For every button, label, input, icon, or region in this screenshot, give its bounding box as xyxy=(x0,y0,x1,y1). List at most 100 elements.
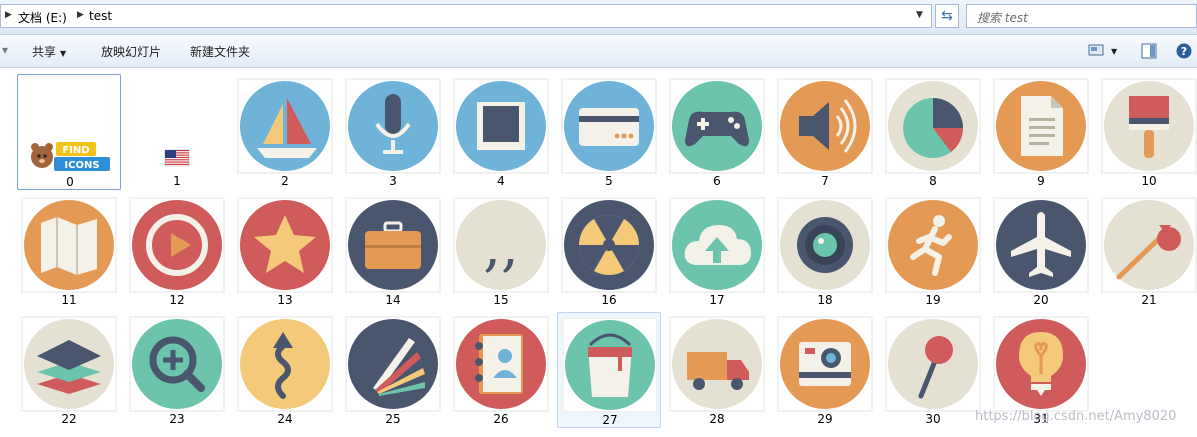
file-name: 18 xyxy=(817,293,833,307)
file-item[interactable]: 26 xyxy=(449,312,553,428)
airplane-icon xyxy=(993,197,1089,293)
file-item[interactable]: 28 xyxy=(665,312,769,428)
refresh-icon: ⇆ xyxy=(941,8,953,24)
breadcrumb-arrow-icon[interactable]: ▶ xyxy=(77,10,84,20)
zoom-in-icon xyxy=(129,316,225,412)
file-item[interactable]: 16 xyxy=(557,193,661,309)
svg-text:FIND: FIND xyxy=(62,145,89,156)
file-item[interactable]: 2 xyxy=(233,74,337,190)
preview-pane-icon xyxy=(1141,43,1157,59)
instant-camera-icon xyxy=(777,316,873,412)
file-item[interactable]: FIND ICONS 0 xyxy=(17,74,121,190)
microphone-icon xyxy=(345,78,441,174)
file-item[interactable]: 3 xyxy=(341,74,445,190)
address-bar-row: ▶ 文档 (E:) ▶ test ▼ ⇆ 搜索 test xyxy=(0,0,1197,35)
search-placeholder: 搜索 test xyxy=(977,11,1028,25)
file-name: 23 xyxy=(169,412,185,426)
file-name: 19 xyxy=(925,293,941,307)
sailboat-icon xyxy=(237,78,333,174)
file-item[interactable]: 6 xyxy=(665,74,769,190)
file-name: 30 xyxy=(925,412,941,426)
file-name: 10 xyxy=(1141,174,1157,188)
breadcrumb-folder[interactable]: test xyxy=(89,9,112,23)
photo-frame-icon xyxy=(453,78,549,174)
file-item[interactable]: 4 xyxy=(449,74,553,190)
pin-icon xyxy=(885,316,981,412)
breadcrumb-drive[interactable]: 文档 (E:) xyxy=(18,9,67,26)
help-icon: ? xyxy=(1176,43,1192,59)
view-options-dropdown-icon[interactable]: ▼ xyxy=(1111,47,1117,56)
file-item[interactable]: 12 xyxy=(125,193,229,309)
pie-chart-icon xyxy=(885,78,981,174)
slideshow-button[interactable]: 放映幻灯片 xyxy=(101,43,161,60)
file-item[interactable]: 14 xyxy=(341,193,445,309)
view-icon xyxy=(1088,44,1104,56)
help-button[interactable]: ? xyxy=(1176,43,1194,59)
file-name: 7 xyxy=(821,174,829,188)
file-item[interactable]: 20 xyxy=(989,193,1093,309)
preview-pane-button[interactable] xyxy=(1141,43,1159,59)
find-icons-logo-icon: FIND ICONS xyxy=(22,79,118,175)
gamepad-icon xyxy=(669,78,765,174)
file-name: 15 xyxy=(493,293,509,307)
file-item[interactable]: 17 xyxy=(665,193,769,309)
layers-icon xyxy=(21,316,117,412)
search-input[interactable]: 搜索 test xyxy=(966,4,1197,28)
file-name: 22 xyxy=(61,412,77,426)
file-name: 24 xyxy=(277,412,293,426)
map-icon xyxy=(21,197,117,293)
file-item[interactable]: 13 xyxy=(233,193,337,309)
file-item[interactable]: 7 xyxy=(773,74,877,190)
file-item[interactable]: 22 xyxy=(17,312,121,428)
command-toolbar: ▾ 共享 ▼ 放映幻灯片 新建文件夹 ▼ ? xyxy=(0,35,1197,68)
file-item[interactable]: 10 xyxy=(1097,74,1197,190)
file-item[interactable]: 21 xyxy=(1097,193,1197,309)
file-name: 6 xyxy=(713,174,721,188)
file-name: 0 xyxy=(66,175,74,189)
lightbulb-icon xyxy=(993,316,1089,412)
winding-arrow-icon xyxy=(237,316,333,412)
address-bar[interactable]: ▶ 文档 (E:) ▶ test ▼ xyxy=(0,4,932,28)
toolbar-caret-icon: ▾ xyxy=(2,43,9,57)
breadcrumb-arrow-icon[interactable]: ▶ xyxy=(5,10,12,20)
file-name: 26 xyxy=(493,412,509,426)
file-item[interactable]: 30 xyxy=(881,312,985,428)
file-item[interactable]: 5 xyxy=(557,74,661,190)
new-folder-button[interactable]: 新建文件夹 xyxy=(190,43,250,60)
file-item[interactable]: 9 xyxy=(989,74,1093,190)
camera-lens-icon xyxy=(777,197,873,293)
file-name: 17 xyxy=(709,293,725,307)
file-name: 13 xyxy=(277,293,293,307)
file-item[interactable]: 8 xyxy=(881,74,985,190)
paint-brush-icon xyxy=(1101,78,1197,174)
file-item[interactable]: 23 xyxy=(125,312,229,428)
file-item[interactable]: 18 xyxy=(773,193,877,309)
file-name: 12 xyxy=(169,293,185,307)
file-item[interactable]: 27 xyxy=(557,312,661,428)
share-button[interactable]: 共享 ▼ xyxy=(32,43,66,60)
file-name: 3 xyxy=(389,174,397,188)
speaker-icon xyxy=(777,78,873,174)
change-view-button[interactable] xyxy=(1088,43,1106,59)
file-name: 28 xyxy=(709,412,725,426)
refresh-button[interactable]: ⇆ xyxy=(935,4,959,28)
file-item[interactable]: 19 xyxy=(881,193,985,309)
file-name: 29 xyxy=(817,412,833,426)
file-name: 21 xyxy=(1141,293,1157,307)
file-item[interactable]: 25 xyxy=(341,312,445,428)
address-history-dropdown-icon[interactable]: ▼ xyxy=(916,10,923,20)
play-icon xyxy=(129,197,225,293)
watermark: https://blog.csdn.net/Amy8020 xyxy=(975,409,1177,424)
file-item[interactable]: ,, 15 xyxy=(449,193,553,309)
radiation-icon xyxy=(561,197,657,293)
svg-text:,,: ,, xyxy=(483,214,519,279)
file-item[interactable]: 29 xyxy=(773,312,877,428)
file-item[interactable]: 1 xyxy=(125,74,229,190)
svg-text:?: ? xyxy=(1181,45,1187,58)
file-name: 4 xyxy=(497,174,505,188)
paint-bucket-icon xyxy=(562,317,658,413)
file-item[interactable]: 24 xyxy=(233,312,337,428)
share-label: 共享 xyxy=(32,45,57,59)
file-item[interactable]: 11 xyxy=(17,193,121,309)
color-swatches-icon xyxy=(345,316,441,412)
